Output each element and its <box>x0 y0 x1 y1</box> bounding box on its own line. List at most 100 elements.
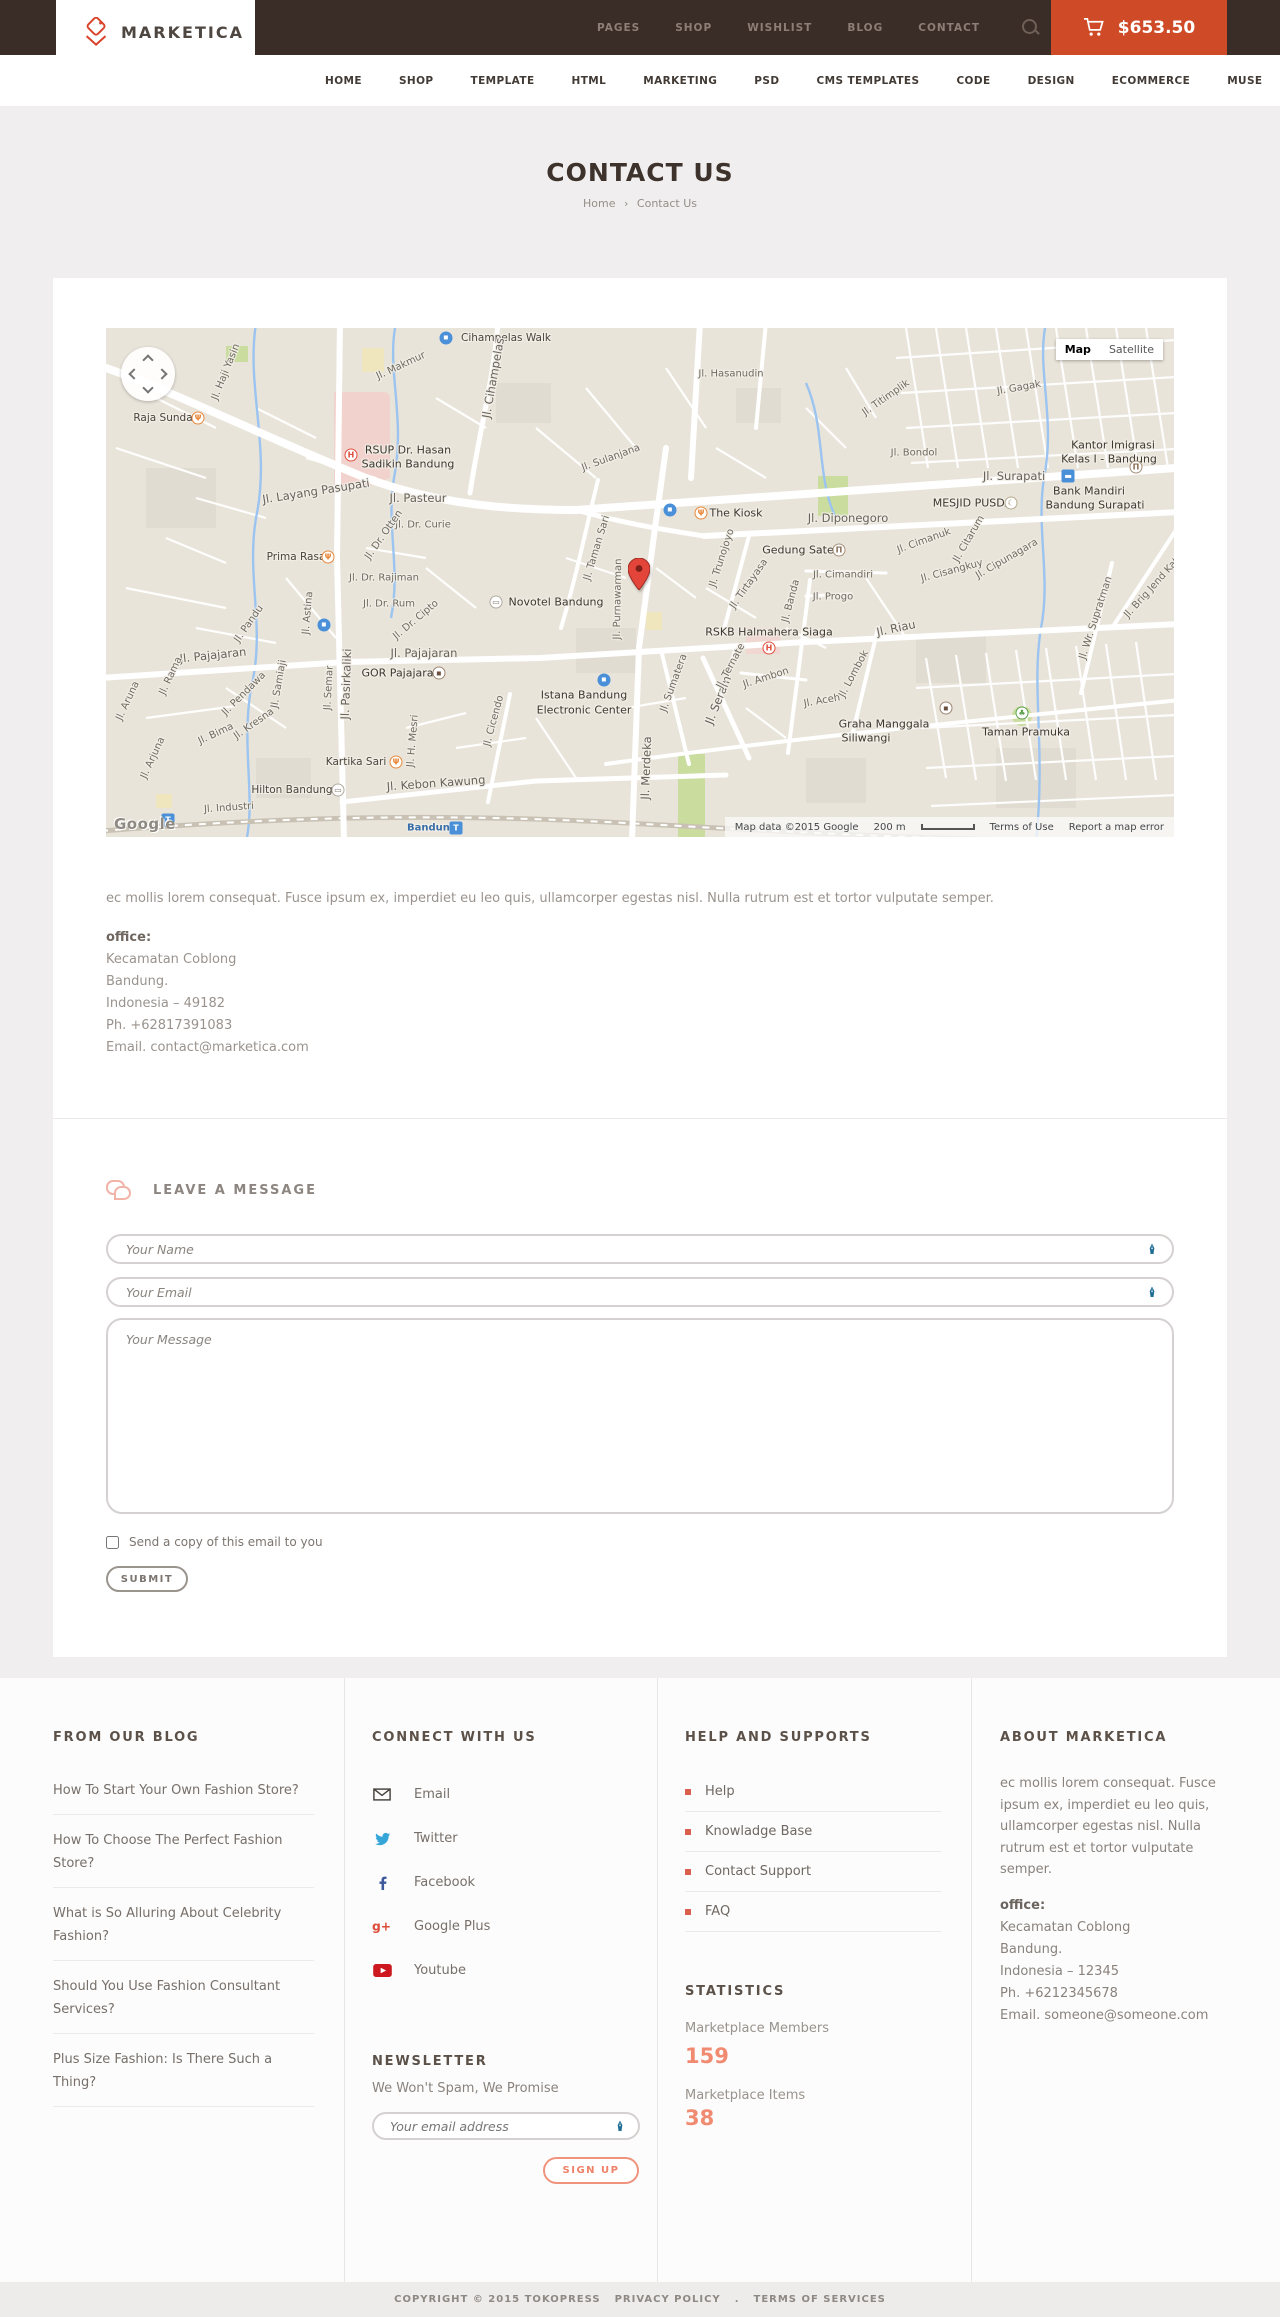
map-label: Istana Bandung <box>540 688 628 702</box>
main-nav-item[interactable]: MUSE <box>1227 75 1262 87</box>
cart-button[interactable]: $653.50 <box>1051 0 1227 55</box>
social-label: Facebook <box>414 1874 476 1890</box>
main-nav-item[interactable]: CMS TEMPLATES <box>816 75 919 87</box>
main-nav-item[interactable]: DESIGN <box>1028 75 1075 87</box>
social-link[interactable]: g+ Twitter <box>372 1823 639 1853</box>
main-nav-item[interactable]: ECOMMERCE <box>1112 75 1190 87</box>
map-type-map-button[interactable]: Map <box>1055 339 1100 360</box>
blog-post-link[interactable]: What is So Alluring About Celebrity Fash… <box>53 1888 314 1961</box>
help-label: Knowladge Base <box>705 1824 813 1839</box>
map-pan-control[interactable] <box>121 347 175 401</box>
breadcrumb-home-link[interactable]: Home <box>583 197 615 210</box>
about-office-lines: Kecamatan Coblong Bandung. Indonesia – 123… <box>1000 1917 1227 2027</box>
signup-button[interactable]: SIGN UP <box>543 2157 639 2184</box>
social-link[interactable]: g+ Google Plus <box>372 1911 639 1941</box>
main-nav-item[interactable]: HOME <box>325 75 362 87</box>
leave-message-section: LEAVE A MESSAGE ✒ ✒ Send a copy of this … <box>53 1118 1227 1657</box>
blog-post-link[interactable]: Plus Size Fashion: Is There Such a Thing… <box>53 2034 314 2107</box>
map-label: Hilton Bandung <box>251 784 333 796</box>
pan-up-arrow[interactable] <box>142 354 154 366</box>
map-poi-icon: Ψ <box>389 755 403 769</box>
search-icon[interactable] <box>1021 18 1040 37</box>
map-label: Kelas I - Bandung <box>1061 452 1157 466</box>
pan-right-arrow[interactable] <box>156 368 168 380</box>
help-label: FAQ <box>705 1904 731 1919</box>
blog-post-link[interactable]: How To Start Your Own Fashion Store? <box>53 1765 314 1815</box>
social-label: Twitter <box>414 1830 458 1846</box>
link-separator: . <box>734 2294 740 2305</box>
map-data-credit: Map data ©2015 Google <box>734 821 859 833</box>
social-link[interactable]: g+ Facebook <box>372 1867 639 1897</box>
main-nav-item[interactable]: MARKETING <box>643 75 717 87</box>
office-line: Kecamatan Coblong <box>1000 1919 1131 1935</box>
pan-down-arrow[interactable] <box>142 382 154 394</box>
name-input[interactable] <box>106 1234 1174 1264</box>
copyright-text: COPYRIGHT © 2015 TOKOPRESS <box>394 2294 601 2305</box>
brand-logo[interactable]: MARKETICA <box>56 0 255 65</box>
map-marker[interactable] <box>628 558 650 590</box>
blog-post-link[interactable]: How To Choose The Perfect Fashion Store? <box>53 1815 314 1888</box>
header-nav-item[interactable]: CONTACT <box>918 22 980 34</box>
help-link[interactable]: Knowladge Base <box>685 1812 941 1852</box>
name-field-row: ✒ <box>106 1234 1174 1264</box>
header-nav: PAGES SHOP WISHLIST BLOG CONTACT <box>597 0 980 55</box>
terms-of-use-link[interactable]: Terms of Use <box>990 822 1054 833</box>
stat-label: Marketplace Items <box>685 2088 806 2103</box>
header-nav-item[interactable]: BLOG <box>847 22 883 34</box>
help-link[interactable]: Contact Support <box>685 1852 941 1892</box>
map-label: Jl. Diponegoro <box>807 511 889 525</box>
blog-post-link[interactable]: Should You Use Fashion Consultant Servic… <box>53 1961 314 2034</box>
header-nav-item[interactable]: WISHLIST <box>747 22 812 34</box>
help-link[interactable]: FAQ <box>685 1892 941 1932</box>
pan-left-arrow[interactable] <box>128 368 140 380</box>
social-icon: g+ <box>372 1916 392 1936</box>
map-poi-icon: ▬ <box>1061 469 1075 483</box>
privacy-policy-link[interactable]: PRIVACY POLICY <box>615 2294 721 2305</box>
email-input[interactable] <box>106 1277 1174 1307</box>
social-icon: g+ <box>372 1872 392 1892</box>
main-nav-item[interactable]: CODE <box>956 75 990 87</box>
send-copy-checkbox[interactable] <box>106 1535 119 1549</box>
help-link[interactable]: Help <box>685 1772 941 1812</box>
message-textarea[interactable] <box>106 1318 1174 1514</box>
map-label: MESJID PUSDAI <box>932 496 1016 510</box>
map-label: Taman Pramuka <box>982 725 1070 739</box>
header-nav-item[interactable]: SHOP <box>675 22 712 34</box>
connect-heading: CONNECT WITH US <box>372 1730 537 1745</box>
report-map-error-link[interactable]: Report a map error <box>1069 822 1164 833</box>
social-icon: g+ <box>372 1828 392 1848</box>
office-address-block: office: Kecamatan Coblong Bandung. Indones… <box>106 927 1174 1059</box>
email-field-row: ✒ <box>106 1277 1174 1307</box>
map-label: Jl. Dr. Curie <box>395 519 451 531</box>
google-map[interactable]: Cihampelas Walk Jl. Hasanudin Jl. Sulanjan… <box>106 328 1174 837</box>
main-nav-item[interactable]: HTML <box>572 75 607 87</box>
map-scale-bar <box>920 824 975 830</box>
main-nav-item[interactable]: PSD <box>754 75 779 87</box>
help-label: Help <box>705 1784 735 1799</box>
main-nav-item[interactable]: SHOP <box>399 75 434 87</box>
map-poi-icon: Ψ <box>191 411 205 425</box>
map-label: Jl. Cimandiri <box>812 569 874 581</box>
office-lines: Kecamatan Coblong Bandung. Indonesia – 491… <box>106 949 1174 1059</box>
social-link[interactable]: g+ Email <box>372 1779 639 1809</box>
form-heading: LEAVE A MESSAGE <box>153 1182 317 1198</box>
map-label: Raja Sunda <box>133 412 193 424</box>
map-poi-icon: ▪ <box>597 673 611 687</box>
social-link[interactable]: g+ Youtube <box>372 1955 639 1985</box>
submit-button[interactable]: SUBMIT <box>106 1566 188 1592</box>
map-label: Jl. Dr. Rajiman <box>349 572 419 584</box>
map-label: Electronic Center <box>536 703 632 717</box>
main-nav-item[interactable]: TEMPLATE <box>471 75 535 87</box>
terms-of-services-link[interactable]: TERMS OF SERVICES <box>754 2294 886 2305</box>
map-section: Cihampelas Walk Jl. Hasanudin Jl. Sulanjan… <box>53 278 1227 1118</box>
about-heading: ABOUT MARKETICA <box>1000 1730 1168 1745</box>
main-nav-items: HOME SHOP TEMPLATE HTML MARKETING PSD CMS TEMP… <box>325 75 1280 87</box>
map-label: Sadikin Bandung <box>361 457 455 471</box>
map-poi-icon: Π <box>832 543 846 557</box>
map-type-satellite-button[interactable]: Satellite <box>1099 339 1163 360</box>
header-nav-item[interactable]: PAGES <box>597 22 640 34</box>
map-label: Jl. Progo <box>812 591 854 603</box>
footer-connect-column: CONNECT WITH US g+ Email <box>345 1678 658 2282</box>
newsletter-email-input[interactable] <box>372 2112 640 2140</box>
breadcrumb-current: Contact Us <box>636 197 697 210</box>
